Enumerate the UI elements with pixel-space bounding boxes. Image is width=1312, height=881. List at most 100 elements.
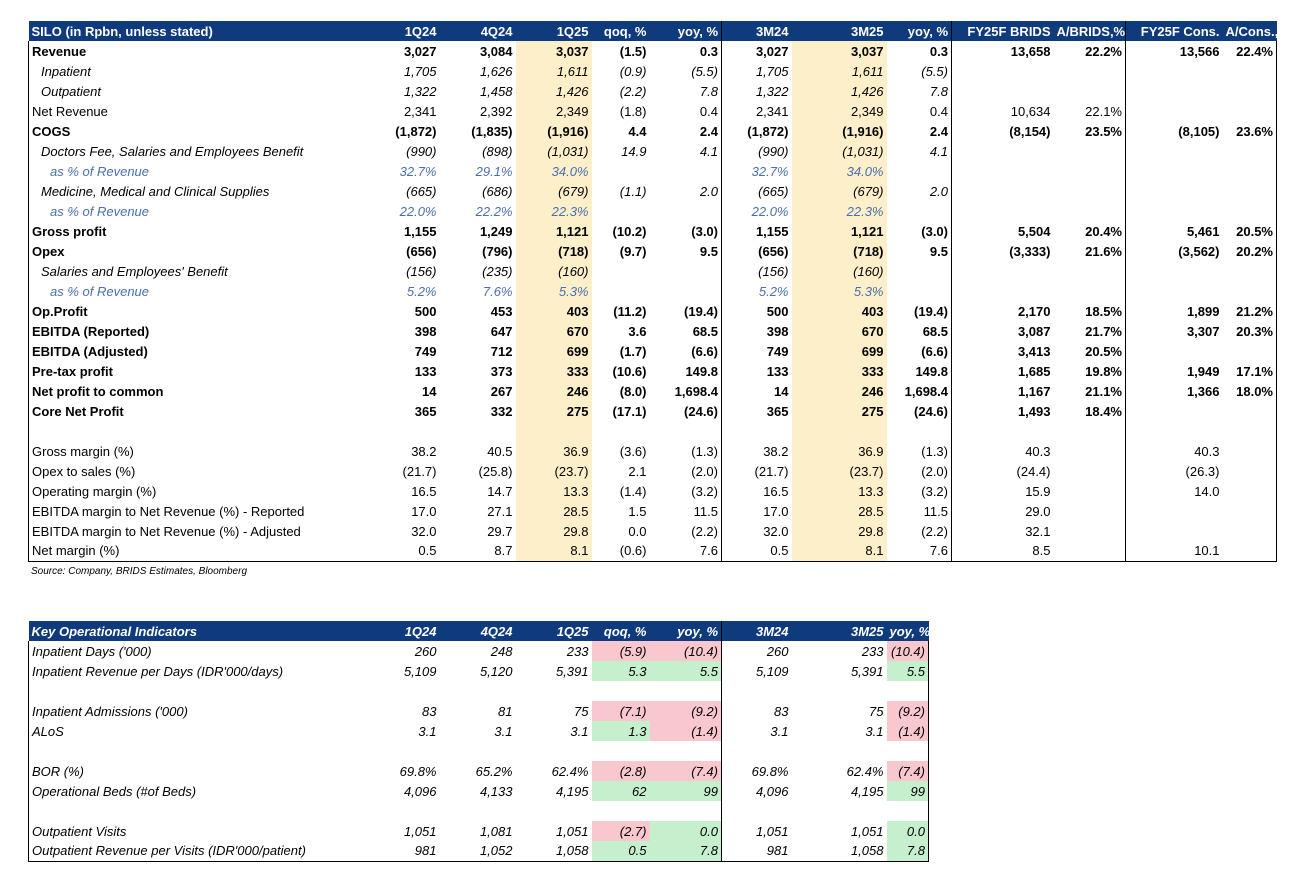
- cell-value: 1,493: [951, 401, 1054, 421]
- column-header: qoq, %: [591, 21, 650, 41]
- cell-value: [515, 421, 592, 441]
- cell-value: 1,081: [479, 823, 513, 839]
- cell-value: [1222, 521, 1277, 541]
- cell-value: 69.8%: [721, 761, 792, 781]
- cell-value: 1.3: [591, 721, 650, 741]
- cell-value: [650, 201, 722, 221]
- cell-value: (10.4): [649, 641, 722, 661]
- table-row: Operational Beds (#of Beds) 4,096 4,133 4,1…: [28, 781, 929, 801]
- cell-value: [1054, 161, 1126, 181]
- table-row: EBITDA margin to Net Revenue (%) - Adjus…: [28, 521, 1277, 541]
- cell-value: [1054, 181, 1126, 201]
- cell-value: (7.4): [649, 761, 722, 781]
- cell-value: 4,195: [555, 783, 589, 799]
- cell-value: (25.8): [478, 463, 513, 479]
- cell-value: 333: [515, 361, 592, 381]
- cell-value: (656): [406, 243, 437, 259]
- cell-value: 5.5: [886, 661, 929, 681]
- cell-value: 40.3: [951, 441, 1054, 461]
- cell-value: [1222, 161, 1277, 181]
- cell-value: 0.4: [699, 103, 718, 119]
- cell-value: 2,341: [721, 101, 792, 121]
- cell-value: 1,051: [555, 823, 589, 839]
- cell-value: (665): [721, 181, 792, 201]
- cell-value: 1,611: [791, 61, 887, 81]
- row-label: as % of Revenue: [28, 281, 364, 301]
- cell-value: [721, 741, 792, 761]
- cell-value: [1054, 501, 1126, 521]
- cell-value: (1.3): [921, 443, 948, 459]
- cell-value: 0.4: [929, 103, 948, 119]
- cell-value: 1,167: [951, 381, 1054, 401]
- cell-value: 260: [414, 643, 437, 659]
- table-row: Operating margin (%) 16.5 14.7 13.3 (1.4) (3.…: [28, 481, 1277, 501]
- cell-value: 1,249: [479, 223, 513, 239]
- row-label: Medicine, Medical and Clinical Supplies: [28, 181, 364, 201]
- cell-value: [951, 261, 1054, 281]
- cell-value: 260: [721, 641, 792, 661]
- operational-header-row: Key Operational Indicators 1Q24 4Q24 1Q25 qo…: [28, 621, 929, 641]
- cell-value: (19.4): [684, 303, 718, 319]
- cell-value: [1222, 401, 1277, 421]
- row-label: Inpatient Admissions ('000): [28, 701, 364, 721]
- row-label: Core Net Profit: [28, 401, 364, 421]
- cell-value: 333: [791, 361, 887, 381]
- cell-value: 2,349: [515, 101, 592, 121]
- cell-value: 246: [791, 381, 887, 401]
- cell-value: (3.2): [921, 483, 948, 499]
- row-label: [28, 681, 364, 701]
- cell-value: 14.9: [621, 143, 647, 159]
- cell-value: [1222, 101, 1277, 121]
- cell-value: 32.0: [411, 523, 437, 539]
- cell-value: 4.1: [699, 143, 718, 159]
- cell-value: 233: [566, 643, 589, 659]
- cell-value: (1,835): [471, 123, 513, 139]
- cell-value: 4,195: [850, 783, 884, 799]
- cell-value: [792, 801, 887, 821]
- cell-value: 749: [721, 341, 792, 361]
- cell-value: (1.8): [619, 103, 647, 119]
- cell-value: (5.9): [591, 641, 650, 661]
- cell-value: (679): [791, 181, 887, 201]
- cell-value: (17.1): [612, 403, 647, 419]
- cell-value: [1054, 441, 1126, 461]
- cell-value: 749: [414, 343, 437, 359]
- cell-value: [721, 801, 792, 821]
- cell-value: 1,322: [721, 81, 792, 101]
- cell-value: [721, 421, 792, 441]
- row-label: [28, 421, 364, 441]
- cell-value: (9.2): [886, 701, 929, 721]
- cell-value: 17.0: [721, 501, 792, 521]
- column-header: 4Q24: [439, 21, 516, 41]
- row-label: Net profit to common: [28, 381, 364, 401]
- cell-value: 32.7%: [399, 163, 437, 179]
- row-label: Gross profit: [28, 221, 364, 241]
- cell-value: (2.8): [591, 761, 650, 781]
- column-header: 3M25: [791, 621, 887, 641]
- cell-value: 14.0: [1125, 481, 1223, 501]
- cell-value: 0.3: [929, 43, 948, 59]
- cell-value: [791, 421, 887, 441]
- cell-value: 17.0: [411, 503, 437, 519]
- cell-value: 981: [363, 841, 440, 862]
- column-header: yoy, %: [649, 21, 722, 41]
- cell-value: [792, 681, 887, 701]
- cell-value: 22.3%: [791, 201, 887, 221]
- cell-value: 10,634: [951, 101, 1054, 121]
- cell-value: [951, 141, 1054, 161]
- cell-value: [592, 161, 650, 181]
- cell-value: 11.5: [923, 503, 948, 519]
- cell-value: [887, 281, 952, 301]
- cell-value: [1222, 421, 1277, 441]
- cell-value: (21.7): [721, 461, 792, 481]
- table-row: EBITDA margin to Net Revenue (%) - Repor…: [28, 501, 1277, 521]
- cell-value: [1222, 201, 1277, 221]
- cell-value: 2,170: [951, 301, 1054, 321]
- row-label: [28, 741, 364, 761]
- cell-value: [951, 161, 1054, 181]
- table-row: Inpatient Admissions ('000) 83 81 75 (7.1) (9…: [28, 701, 929, 721]
- table-row: as % of Revenue 5.2% 7.6% 5.3% 5.2% 5.3%: [28, 281, 1277, 301]
- cell-value: [951, 181, 1054, 201]
- cell-value: 1,698.4: [904, 383, 948, 399]
- column-header: 1Q25: [515, 21, 592, 41]
